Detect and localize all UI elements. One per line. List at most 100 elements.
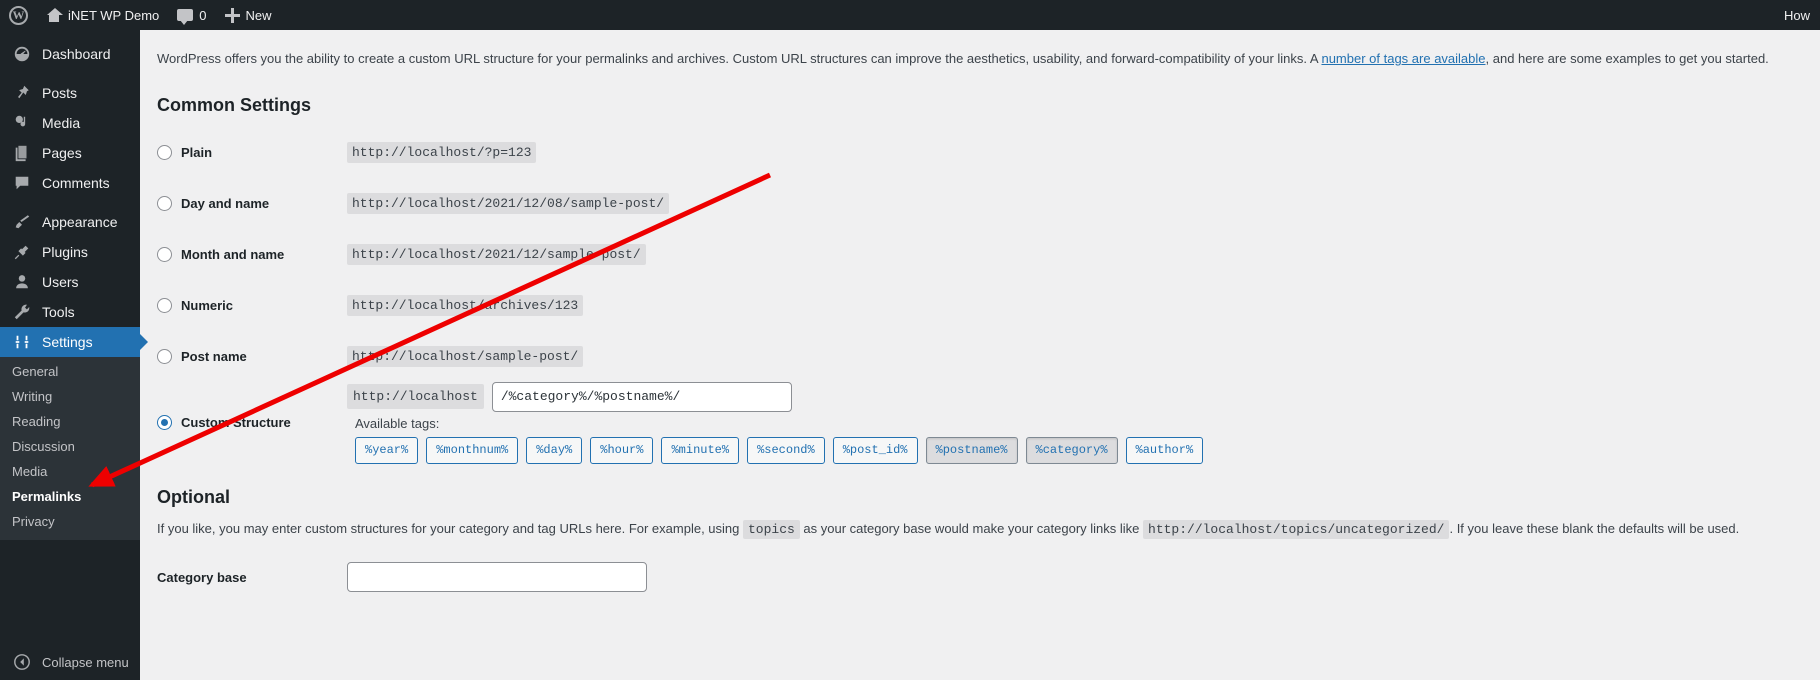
wrench-icon bbox=[12, 302, 32, 322]
custom-structure-prefix: http://localhost bbox=[347, 384, 484, 410]
sidebar-item-label: Comments bbox=[42, 175, 110, 191]
sidebar-subitem-reading[interactable]: Reading bbox=[0, 409, 140, 434]
radio-dot-custom-structure[interactable] bbox=[157, 415, 172, 431]
plug-icon bbox=[12, 242, 32, 262]
user-icon bbox=[12, 272, 32, 292]
tag-button-monthnum[interactable]: %monthnum% bbox=[426, 436, 519, 464]
admin-sidebar: Dashboard Posts Media Pages Comments App… bbox=[0, 30, 148, 680]
wordpress-logo-icon: W bbox=[9, 5, 28, 25]
radio-dot-day-and-name[interactable] bbox=[157, 195, 172, 211]
table-row-post-name: Post name http://localhost/sample-post/ bbox=[157, 331, 1537, 382]
category-base-input[interactable] bbox=[347, 562, 647, 593]
radio-dot-month-and-name[interactable] bbox=[157, 246, 172, 262]
sidebar-item-label: Plugins bbox=[42, 244, 88, 260]
radio-option-post-name[interactable]: Post name bbox=[157, 348, 347, 364]
custom-structure-input[interactable] bbox=[491, 381, 792, 412]
optional-code-example-url: http://localhost/topics/uncategorized/ bbox=[1143, 519, 1450, 539]
collapse-menu-button[interactable]: Collapse menu bbox=[0, 652, 140, 672]
example-url-month-and-name: http://localhost/2021/12/sample-post/ bbox=[347, 244, 646, 266]
optional-paragraph: If you like, you may enter custom struct… bbox=[157, 519, 1800, 540]
radio-option-custom-structure[interactable]: Custom Structure bbox=[157, 415, 347, 431]
tag-button-postname[interactable]: %postname% bbox=[925, 436, 1018, 464]
sidebar-subitem-discussion[interactable]: Discussion bbox=[0, 434, 140, 459]
tag-button-hour[interactable]: %hour% bbox=[590, 436, 654, 464]
optional-settings-table: Category base bbox=[157, 557, 1537, 597]
site-name-label: iNET WP Demo bbox=[68, 7, 160, 23]
table-row-category-base: Category base bbox=[157, 557, 1537, 597]
sidebar-item-label: Dashboard bbox=[42, 46, 111, 62]
sidebar-subitem-permalinks[interactable]: Permalinks bbox=[0, 484, 140, 509]
radio-label-custom-structure: Custom Structure bbox=[181, 415, 291, 431]
sliders-icon bbox=[12, 332, 32, 352]
permalink-options-table: Plain http://localhost/?p=123 Day and na… bbox=[157, 127, 1537, 464]
tag-button-day[interactable]: %day% bbox=[526, 436, 583, 464]
sidebar-item-appearance[interactable]: Appearance bbox=[0, 207, 140, 237]
admin-bar: W iNET WP Demo 0 New How bbox=[0, 0, 1820, 30]
radio-dot-numeric[interactable] bbox=[157, 297, 172, 313]
home-icon bbox=[46, 7, 63, 23]
sidebar-item-label: Appearance bbox=[42, 214, 118, 230]
comments-button[interactable]: 0 bbox=[168, 0, 215, 30]
tag-button-category[interactable]: %category% bbox=[1025, 436, 1118, 464]
sidebar-item-pages[interactable]: Pages bbox=[0, 138, 140, 168]
radio-label-post-name: Post name bbox=[181, 348, 247, 364]
sidebar-item-label: Users bbox=[42, 274, 79, 290]
optional-text-1: If you like, you may enter custom struct… bbox=[157, 520, 743, 536]
sidebar-item-label: Media bbox=[42, 115, 81, 131]
optional-text-3: . If you leave these blank the defaults … bbox=[1449, 520, 1740, 536]
pages-icon bbox=[12, 143, 32, 163]
table-row-custom-structure: Custom Structure http://localhost Availa… bbox=[157, 381, 1537, 464]
sidebar-item-posts[interactable]: Posts bbox=[0, 78, 140, 108]
tag-button-second[interactable]: %second% bbox=[747, 436, 825, 464]
radio-label-month-and-name: Month and name bbox=[181, 246, 285, 262]
sidebar-subitem-writing[interactable]: Writing bbox=[0, 384, 140, 409]
intro-text-after: , and here are some examples to get you … bbox=[1485, 51, 1769, 66]
tag-button-author[interactable]: %author% bbox=[1125, 436, 1204, 464]
example-url-day-and-name: http://localhost/2021/12/08/sample-post/ bbox=[347, 193, 670, 215]
radio-label-day-and-name: Day and name bbox=[181, 195, 270, 211]
collapse-menu-label: Collapse menu bbox=[42, 654, 129, 670]
howdy-menu[interactable]: How bbox=[1784, 8, 1820, 23]
sidebar-item-dashboard[interactable]: Dashboard bbox=[0, 39, 140, 69]
tag-button-year[interactable]: %year% bbox=[355, 436, 419, 464]
media-icon bbox=[12, 113, 32, 133]
sidebar-subitem-general[interactable]: General bbox=[0, 359, 140, 384]
table-row-day-and-name: Day and name http://localhost/2021/12/08… bbox=[157, 178, 1537, 229]
optional-code-topics: topics bbox=[742, 519, 800, 539]
radio-option-plain[interactable]: Plain bbox=[157, 144, 347, 160]
sidebar-item-comments[interactable]: Comments bbox=[0, 168, 140, 198]
optional-heading: Optional bbox=[157, 486, 230, 507]
comments-count: 0 bbox=[199, 7, 207, 23]
sidebar-item-label: Posts bbox=[42, 85, 78, 101]
radio-option-numeric[interactable]: Numeric bbox=[157, 297, 347, 313]
tag-button-minute[interactable]: %minute% bbox=[661, 436, 740, 464]
sidebar-item-media[interactable]: Media bbox=[0, 108, 140, 138]
sidebar-item-tools[interactable]: Tools bbox=[0, 297, 140, 327]
wordpress-logo-button[interactable]: W bbox=[0, 0, 37, 30]
radio-option-month-and-name[interactable]: Month and name bbox=[157, 246, 347, 262]
radio-dot-plain[interactable] bbox=[157, 144, 172, 160]
intro-text-before: WordPress offers you the ability to crea… bbox=[157, 51, 1322, 66]
available-tags-link[interactable]: number of tags are available bbox=[1321, 51, 1485, 66]
pin-icon bbox=[12, 83, 32, 103]
plus-icon bbox=[224, 7, 240, 23]
sidebar-item-settings[interactable]: Settings bbox=[0, 327, 148, 357]
sidebar-item-plugins[interactable]: Plugins bbox=[0, 237, 140, 267]
radio-option-day-and-name[interactable]: Day and name bbox=[157, 195, 347, 211]
sidebar-item-label: Settings bbox=[42, 334, 93, 350]
comment-icon bbox=[12, 173, 32, 193]
sidebar-subitem-privacy[interactable]: Privacy bbox=[0, 509, 140, 534]
example-url-post-name: http://localhost/sample-post/ bbox=[347, 346, 584, 368]
new-content-button[interactable]: New bbox=[216, 0, 281, 30]
sidebar-item-users[interactable]: Users bbox=[0, 267, 140, 297]
settings-submenu: General Writing Reading Discussion Media… bbox=[0, 357, 140, 540]
dashboard-icon bbox=[12, 44, 32, 64]
tag-button-post-id[interactable]: %post_id% bbox=[832, 436, 918, 464]
radio-label-plain: Plain bbox=[181, 144, 213, 160]
example-url-numeric: http://localhost/archives/123 bbox=[347, 295, 584, 317]
radio-label-numeric: Numeric bbox=[181, 297, 234, 313]
radio-dot-post-name[interactable] bbox=[157, 348, 172, 364]
site-name-button[interactable]: iNET WP Demo bbox=[37, 0, 168, 30]
sidebar-subitem-media[interactable]: Media bbox=[0, 459, 140, 484]
comment-bubble-icon bbox=[177, 9, 194, 25]
